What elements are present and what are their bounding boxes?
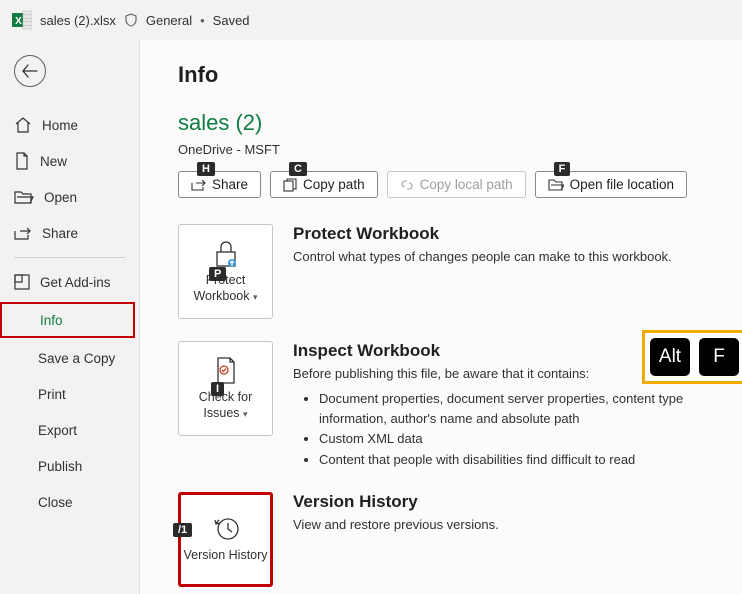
- copy-local-path-button: Copy local path: [387, 171, 526, 198]
- nav-divider: [14, 257, 125, 258]
- open-file-location-button[interactable]: F Open file location: [535, 171, 687, 198]
- btn-label: Copy local path: [420, 177, 513, 192]
- nav-close[interactable]: Close: [0, 484, 139, 520]
- file-name: sales (2).xlsx: [40, 13, 116, 28]
- share-button[interactable]: H Share: [178, 171, 261, 198]
- check-issues-button[interactable]: I Check for Issues ▾: [178, 341, 273, 436]
- dot-separator: •: [200, 13, 205, 28]
- nav-home[interactable]: Home: [0, 107, 139, 143]
- nav-label: Publish: [38, 459, 82, 474]
- nav-save-copy[interactable]: Save a Copy: [0, 340, 139, 376]
- keytip: I: [211, 382, 224, 396]
- version-desc: View and restore previous versions.: [293, 516, 732, 534]
- version-history-button[interactable]: /1 Version History: [178, 492, 273, 587]
- nav-label: Print: [38, 387, 66, 402]
- nav-share[interactable]: Share: [0, 215, 139, 251]
- keytip: /1: [173, 523, 192, 537]
- nav-addins[interactable]: Get Add-ins: [0, 264, 139, 300]
- nav-label: Save a Copy: [38, 351, 115, 366]
- keyboard-shortcut-callout: Alt F I: [642, 330, 742, 384]
- nav-label: Get Add-ins: [40, 275, 111, 290]
- nav-info[interactable]: Info: [0, 302, 135, 338]
- copy-path-button[interactable]: C Copy path: [270, 171, 378, 198]
- inspect-item: Document properties, document server pro…: [319, 389, 732, 429]
- history-icon: [211, 514, 241, 544]
- chevron-down-icon: ▾: [253, 292, 258, 302]
- nav-open[interactable]: Open: [0, 179, 139, 215]
- inspect-item: Content that people with disabilities fi…: [319, 450, 732, 470]
- btn-label: Share: [212, 177, 248, 192]
- keytip: F: [554, 162, 571, 176]
- nav-label: Home: [42, 118, 78, 133]
- file-location: OneDrive - MSFT: [178, 142, 732, 157]
- keytip: P: [209, 267, 226, 281]
- inspect-item: Custom XML data: [319, 429, 732, 449]
- btn-label: Open file location: [570, 177, 674, 192]
- shield-icon: [124, 13, 138, 27]
- keytip: C: [289, 162, 307, 176]
- page-title: Info: [178, 62, 732, 88]
- nav-new[interactable]: New: [0, 143, 139, 179]
- nav-export[interactable]: Export: [0, 412, 139, 448]
- chevron-down-icon: ▾: [243, 409, 248, 419]
- nav-label: Info: [40, 313, 63, 328]
- backstage-sidebar: Home New Open Share Get Add-ins Info Sav…: [0, 40, 140, 594]
- nav-publish[interactable]: Publish: [0, 448, 139, 484]
- protect-title: Protect Workbook: [293, 224, 732, 244]
- info-content: Info sales (2) OneDrive - MSFT H Share C…: [140, 40, 742, 594]
- keytip: H: [197, 162, 215, 176]
- key-f: F: [699, 338, 739, 376]
- nav-print[interactable]: Print: [0, 376, 139, 412]
- protect-workbook-button[interactable]: P Protect Workbook ▾: [178, 224, 273, 319]
- file-title: sales (2): [178, 110, 732, 136]
- lock-icon: [213, 239, 239, 269]
- nav-label: Open: [44, 190, 77, 205]
- back-button[interactable]: [14, 55, 46, 87]
- nav-label: Export: [38, 423, 77, 438]
- excel-app-icon: X: [12, 10, 32, 30]
- sensitivity-label: General: [146, 13, 192, 28]
- svg-text:X: X: [15, 16, 22, 27]
- save-status: Saved: [213, 13, 250, 28]
- nav-label: New: [40, 154, 67, 169]
- btn-label: Copy path: [303, 177, 365, 192]
- protect-desc: Control what types of changes people can…: [293, 248, 732, 266]
- key-alt: Alt: [650, 338, 690, 376]
- nav-label: Share: [42, 226, 78, 241]
- btn-label: Version History: [183, 548, 267, 564]
- nav-label: Close: [38, 495, 73, 510]
- version-title: Version History: [293, 492, 732, 512]
